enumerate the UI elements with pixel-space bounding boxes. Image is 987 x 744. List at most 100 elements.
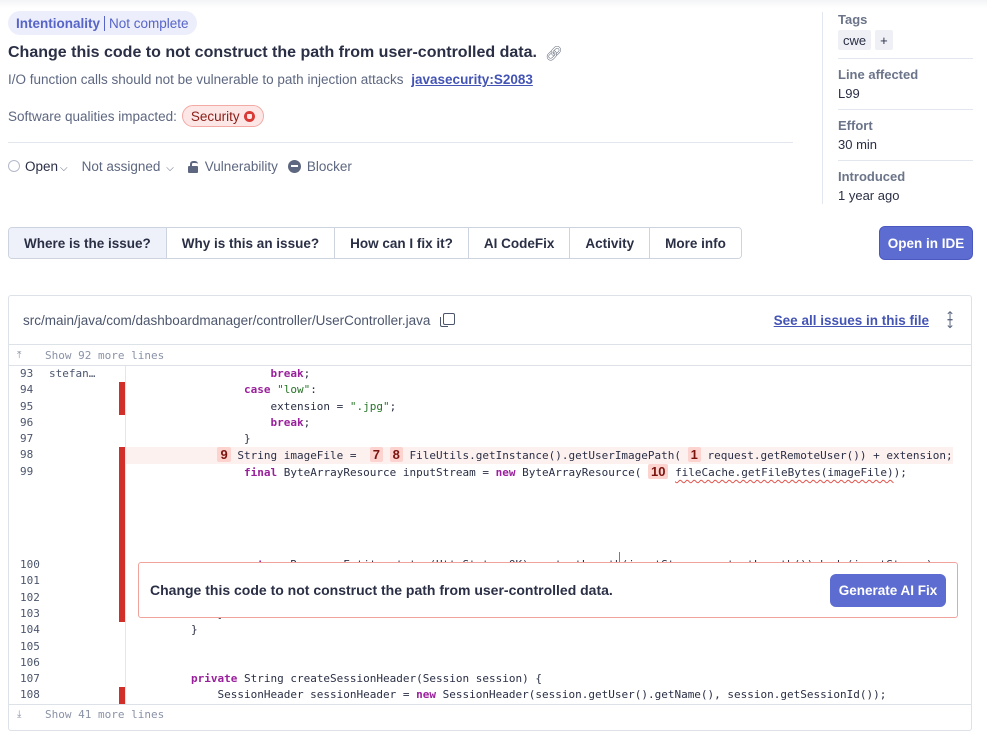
blame-author[interactable] xyxy=(49,431,117,447)
flow-location-marker[interactable]: 1 xyxy=(687,447,701,463)
code-token: private xyxy=(190,672,238,686)
flow-location-marker[interactable]: 10 xyxy=(647,463,669,479)
line-number[interactable]: 101 xyxy=(9,573,49,589)
code-token: SessionHeader(session.getUser().getName(… xyxy=(436,688,887,702)
tab-ai-codefix[interactable]: AI CodeFix xyxy=(467,228,570,258)
code-token: ".jpg" xyxy=(349,399,390,413)
blame-author[interactable] xyxy=(49,464,117,480)
code-source xyxy=(126,655,138,671)
line-number[interactable]: 108 xyxy=(9,687,49,703)
status-dropdown[interactable]: Open ⌵ xyxy=(25,159,68,174)
code-source xyxy=(126,639,138,655)
issue-meta-row: Open ⌵ Not assigned ⌵ Vulnerability Block… xyxy=(8,157,352,175)
code-source: } xyxy=(126,431,251,447)
issue-tabs: Where is the issue? Why is this an issue… xyxy=(8,227,742,259)
code-token: ; xyxy=(389,399,397,413)
code-source: break; xyxy=(126,415,310,431)
tab-more-info[interactable]: More info xyxy=(649,228,741,258)
code-line: 99 final ByteArrayResource inputStream =… xyxy=(9,463,971,481)
blame-author[interactable] xyxy=(49,590,117,606)
blame-author[interactable] xyxy=(49,655,117,671)
show-more-lines-top[interactable]: ⤒ Show 92 more lines xyxy=(9,345,971,366)
blame-author[interactable] xyxy=(49,399,117,415)
code-token: ; xyxy=(303,367,311,380)
add-tag-button[interactable]: + xyxy=(875,30,893,50)
line-number[interactable]: 97 xyxy=(9,431,49,447)
line-number[interactable]: 105 xyxy=(9,639,49,655)
blame-author[interactable] xyxy=(49,382,117,398)
code-token: : xyxy=(310,383,317,397)
code-source: break; xyxy=(126,366,310,382)
line-number[interactable]: 103 xyxy=(9,606,49,622)
flow-location-marker[interactable]: 9 xyxy=(217,447,231,463)
effort-value: 30 min xyxy=(838,137,878,152)
issue-title-text: Change this code to not construct the pa… xyxy=(8,44,537,61)
issue-highlight: fileCache.getFileBytes(imageFile) xyxy=(675,465,894,479)
code-line: 95 extension = ".jpg"; xyxy=(9,398,971,415)
blame-author[interactable] xyxy=(49,415,117,431)
rule-key-link[interactable]: javasecurity:S2083 xyxy=(411,72,533,87)
code-token: extension = xyxy=(138,399,350,413)
issue-severity: Blocker xyxy=(306,158,352,174)
security-quality-pill[interactable]: Security xyxy=(181,105,264,127)
code-token: String createSessionHeader(Session sessi… xyxy=(237,672,542,686)
chevron-down-icon: ⌵ xyxy=(166,162,174,174)
show-more-lines-bottom[interactable]: ⤓ Show 41 more lines xyxy=(9,703,971,725)
tab-activity[interactable]: Activity xyxy=(569,228,650,258)
blame-author[interactable] xyxy=(49,671,117,687)
line-number[interactable]: 106 xyxy=(9,655,49,671)
blame-author[interactable] xyxy=(49,622,117,638)
issue-title: Change this code to not construct the pa… xyxy=(8,44,563,62)
line-number[interactable]: 104 xyxy=(9,622,49,638)
flow-location-marker[interactable]: 7 xyxy=(369,447,384,463)
code-token: break xyxy=(270,367,304,380)
code-line: 107 private String createSessionHeader(S… xyxy=(9,671,971,688)
blame-author[interactable] xyxy=(49,447,117,463)
open-in-ide-button[interactable]: Open in IDE xyxy=(879,226,973,260)
tags-section: Tags cwe + xyxy=(838,12,973,59)
line-number[interactable]: 107 xyxy=(9,671,49,687)
code-token: "low" xyxy=(277,383,311,397)
line-affected-section: Line affected L99 xyxy=(838,67,973,110)
blame-author[interactable]: stefan… xyxy=(49,366,117,382)
assignee-dropdown[interactable]: Not assigned ⌵ xyxy=(82,159,174,174)
tab-where-is-the-issue[interactable]: Where is the issue? xyxy=(9,228,166,258)
copy-icon[interactable] xyxy=(440,313,456,327)
unlock-icon xyxy=(187,160,198,173)
show-more-top-label: Show 92 more lines xyxy=(45,348,165,362)
line-number[interactable]: 94 xyxy=(9,382,49,398)
tab-how-can-i-fix-it[interactable]: How can I fix it? xyxy=(334,228,468,258)
blame-author[interactable] xyxy=(49,639,117,655)
flow-location-marker[interactable]: 8 xyxy=(389,447,403,463)
line-number[interactable]: 98 xyxy=(9,447,49,463)
blame-author[interactable] xyxy=(49,573,117,589)
tab-why-is-this-an-issue[interactable]: Why is this an issue? xyxy=(165,228,335,258)
code-source: private String createSessionHeader(Sessi… xyxy=(126,671,542,687)
code-line: 108 SessionHeader sessionHeader = new Se… xyxy=(9,687,971,704)
qualities-label: Software qualities impacted: xyxy=(8,108,177,124)
clean-code-attribute-badge: Intentionality Not complete xyxy=(8,11,197,35)
line-number[interactable]: 102 xyxy=(9,590,49,606)
line-number[interactable]: 95 xyxy=(9,399,49,415)
code-viewer: src/main/java/com/dashboardmanager/contr… xyxy=(8,295,972,731)
see-all-issues-link[interactable]: See all issues in this file xyxy=(774,313,929,328)
permalink-icon[interactable]: 🔗︎ xyxy=(545,45,563,62)
expand-icon[interactable]: ↥ ↧ xyxy=(943,310,957,330)
blame-author[interactable] xyxy=(49,557,117,573)
code-source: 9 String imageFile = 7 8 FileUtils.getIn… xyxy=(126,447,953,464)
generate-ai-fix-button[interactable]: Generate AI Fix xyxy=(830,573,946,607)
line-number[interactable]: 93 xyxy=(9,366,49,382)
line-number[interactable]: 99 xyxy=(9,464,49,480)
chevron-down-icon: ⌵ xyxy=(60,162,68,174)
code-token: final xyxy=(243,465,278,479)
tag-cwe[interactable]: cwe xyxy=(838,30,872,50)
line-number[interactable]: 100 xyxy=(9,557,49,573)
line-number[interactable]: 96 xyxy=(9,415,49,431)
introduced-section: Introduced 1 year ago xyxy=(838,169,973,211)
blame-author[interactable] xyxy=(49,687,117,703)
blame-author[interactable] xyxy=(49,606,117,622)
code-source: SessionHeader sessionHeader = new Sessio… xyxy=(126,687,886,703)
